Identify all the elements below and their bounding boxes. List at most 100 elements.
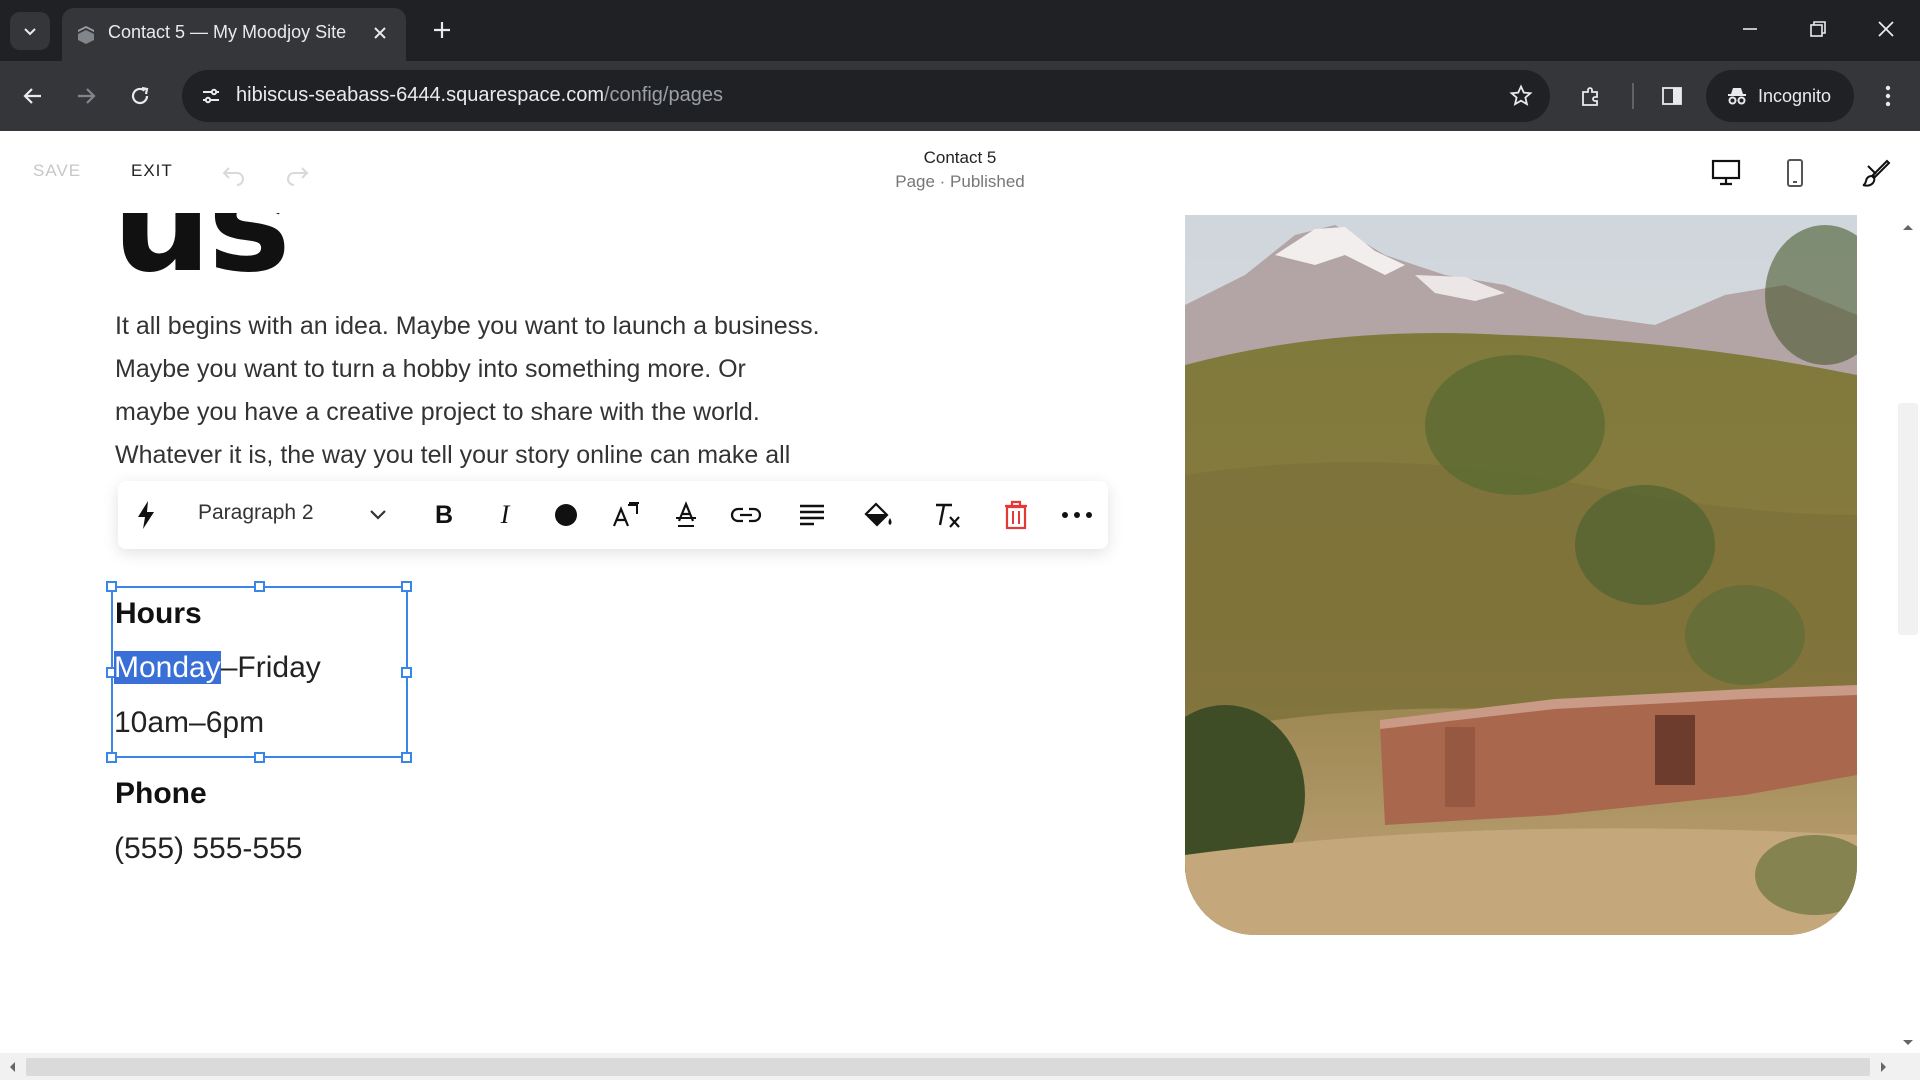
strikethrough-icon (676, 501, 696, 527)
arrow-left-icon (23, 88, 41, 104)
page-status: Page · Published (895, 172, 1025, 191)
bold-icon: B (434, 500, 454, 529)
delete-block-button[interactable] (996, 495, 1036, 535)
vertical-scroll-thumb[interactable] (1898, 403, 1918, 635)
resize-handle[interactable] (401, 667, 412, 678)
restore-icon (1810, 21, 1826, 37)
exit-button[interactable]: EXIT (131, 161, 173, 181)
ai-assist-button[interactable] (126, 495, 166, 535)
paintbrush-icon (1862, 159, 1891, 187)
color-dot-icon (555, 504, 577, 526)
horizontal-scroll-thumb[interactable] (26, 1058, 1870, 1076)
back-button[interactable] (13, 76, 53, 116)
italic-button[interactable]: I (485, 495, 525, 535)
tune-icon (203, 88, 219, 104)
selected-text: Monday (114, 651, 221, 684)
align-button[interactable] (792, 495, 832, 535)
url-host: hibiscus-seabass-6444.squarespace.com (236, 84, 604, 106)
resize-handle[interactable] (401, 581, 412, 592)
chevron-down-icon (370, 510, 386, 520)
text-style-select[interactable]: Paragraph 2 (198, 501, 314, 525)
incognito-indicator[interactable]: Incognito (1706, 70, 1854, 122)
resize-handle[interactable] (106, 581, 117, 592)
address-bar[interactable]: hibiscus-seabass-6444.squarespace.com/co… (182, 70, 1550, 122)
intro-paragraph[interactable]: It all begins with an idea. Maybe you wa… (115, 305, 875, 477)
new-tab-button[interactable] (424, 12, 460, 48)
browser-menu-button[interactable] (1868, 76, 1908, 116)
italic-icon: I (500, 500, 510, 529)
side-panel-button[interactable] (1652, 76, 1692, 116)
landscape-image[interactable] (1185, 215, 1857, 935)
resize-handle[interactable] (106, 752, 117, 763)
resize-handle[interactable] (401, 752, 412, 763)
link-icon (730, 507, 762, 523)
restore-button[interactable] (1788, 8, 1848, 50)
section-heading[interactable]: us (112, 213, 291, 293)
minimize-button[interactable] (1720, 8, 1780, 50)
more-options-button[interactable] (1057, 495, 1097, 535)
hours-time[interactable]: 10am–6pm (114, 706, 264, 740)
clear-formatting-button[interactable] (927, 495, 967, 535)
desktop-view-button[interactable] (1708, 155, 1744, 191)
trash-icon (1005, 500, 1027, 530)
paragraph-line: maybe you have a creative project to sha… (115, 398, 760, 426)
page-canvas: us It all begins with an idea. Maybe you… (0, 213, 1920, 1080)
url-path: /config/pages (603, 84, 723, 106)
scroll-up-arrow-icon[interactable] (1902, 223, 1914, 231)
paragraph-line: It all begins with an idea. Maybe you wa… (115, 312, 820, 340)
plus-icon (434, 22, 450, 38)
arrow-right-icon (78, 88, 96, 104)
paint-bucket-icon (864, 502, 892, 527)
redo-icon[interactable] (282, 158, 312, 188)
more-horizontal-icon (1062, 512, 1092, 518)
star-icon (1509, 84, 1533, 106)
forward-button[interactable] (66, 76, 106, 116)
page-title: Contact 5 (923, 148, 997, 167)
lightning-icon (138, 501, 154, 529)
strikethrough-button[interactable] (666, 495, 706, 535)
puzzle-icon (1582, 87, 1598, 106)
desktop-icon (1711, 159, 1741, 186)
clear-format-icon (936, 503, 960, 528)
resize-handle[interactable] (254, 581, 265, 592)
paragraph-line: Whatever it is, the way you tell your st… (115, 441, 791, 469)
resize-handle[interactable] (254, 752, 265, 763)
hours-days[interactable]: Monday–Friday (114, 651, 321, 685)
undo-icon[interactable] (219, 158, 249, 188)
scroll-down-arrow-icon[interactable] (1902, 1039, 1914, 1047)
tab-search-button[interactable] (10, 12, 50, 50)
scroll-right-arrow-icon[interactable] (1880, 1061, 1888, 1073)
site-styles-button[interactable] (1858, 155, 1894, 191)
bold-button[interactable]: B (424, 495, 464, 535)
extensions-button[interactable] (1571, 76, 1611, 116)
link-button[interactable] (726, 495, 766, 535)
phone-number[interactable]: (555) 555-555 (114, 832, 302, 866)
mobile-view-button[interactable] (1777, 155, 1813, 191)
editor-header: SAVE EXIT Contact 5 Page · Published (0, 131, 1920, 213)
toolbar-divider (1632, 83, 1634, 109)
bookmark-button[interactable] (1502, 77, 1540, 115)
font-size-button[interactable] (606, 495, 646, 535)
url-text: hibiscus-seabass-6444.squarespace.com/co… (236, 84, 723, 107)
more-vertical-icon (1885, 85, 1891, 107)
text-style-dropdown[interactable] (358, 495, 398, 535)
browser-tab[interactable]: Contact 5 — My Moodjoy Site (62, 8, 406, 61)
site-info-button[interactable] (192, 77, 230, 115)
hours-days-rest: –Friday (220, 651, 321, 684)
save-button[interactable]: SAVE (33, 161, 81, 181)
tab-close-button[interactable] (366, 19, 394, 47)
phone-heading[interactable]: Phone (115, 777, 207, 811)
chevron-down-icon (24, 28, 36, 36)
close-window-button[interactable] (1856, 8, 1916, 50)
text-format-toolbar: Paragraph 2 B I (118, 481, 1108, 549)
scroll-left-arrow-icon[interactable] (8, 1061, 16, 1073)
reload-icon (131, 86, 149, 105)
hours-heading[interactable]: Hours (115, 597, 202, 631)
highlight-button[interactable] (859, 495, 899, 535)
tab-strip: Contact 5 — My Moodjoy Site (0, 0, 1920, 61)
tab-title: Contact 5 — My Moodjoy Site (108, 22, 347, 42)
text-color-button[interactable] (546, 495, 586, 535)
landscape-photo-graphic (1185, 215, 1857, 935)
reload-button[interactable] (120, 76, 160, 116)
paragraph-line: Maybe you want to turn a hobby into some… (115, 355, 746, 383)
